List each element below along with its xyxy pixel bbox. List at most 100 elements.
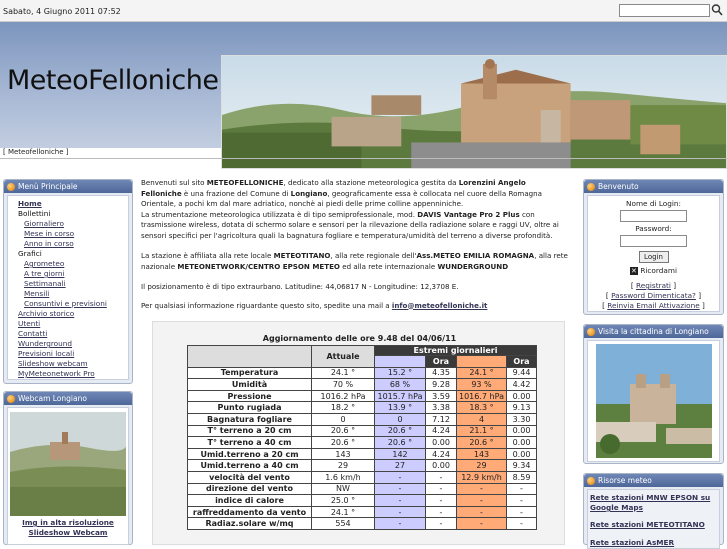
forgot-password-link[interactable]: Password Dimenticata? [611,291,696,300]
webcam-panel: Webcam Longiano Img in alta risoluzione … [3,391,133,545]
table-cell: Umidità [187,378,312,391]
menu-item[interactable]: Agrometeo [8,259,128,269]
username-label: Nome di Login: [626,199,681,208]
remember-checkbox[interactable]: ✕ [629,267,638,275]
menu-item[interactable]: Slideshow webcam [8,359,128,369]
table-row: raffreddamento da vento 24.1 ° - - - - [187,505,537,519]
webcam-image[interactable] [10,412,126,516]
table-row: velocità del vento 1.6 km/h - -12.9 km/h 8.5… [187,470,537,484]
table-cell: - [374,482,426,496]
table-cell: 15.2 ° [374,366,426,380]
menu-item[interactable]: Mese in corso [8,229,128,239]
breadcrumb: [ Meteofelloniche ] [3,148,69,156]
table-cell: indice di calore [187,494,312,507]
main-menu-header: Menù Principale [4,180,132,193]
table-cell: 4.42 [506,378,537,391]
table-cell: - [506,482,537,496]
table-cell: raffreddamento da vento [187,505,312,519]
table-cell: 12.9 km/h [456,470,507,484]
current-date: Sabato, 4 Giugno 2011 07:52 [3,7,121,16]
resources-body: Rete stazioni MNW EPSON su Google Maps R… [587,489,720,549]
menu-item[interactable]: MyMeteonetwork Pro [8,369,128,379]
table-cell: 1016.2 hPa [311,389,375,403]
menu-item[interactable]: Archivio storico [8,309,128,319]
table-cell: - [425,517,457,530]
menu-item[interactable]: Consuntivi e previsioni [8,299,128,309]
bullet-icon [587,328,595,336]
table-cell: T° terreno a 40 cm [187,436,312,449]
menu-item[interactable]: Home [8,199,128,209]
table-cell: Punto rugiada [187,401,312,414]
divider [0,158,727,159]
table-cell: 143 [456,447,507,461]
menu-item[interactable]: Contatti [8,329,128,339]
table-cell: 21.1 ° [456,424,507,438]
table-row: Bagnatura fogliare 0 0 7.12 4 3.30 [187,412,537,426]
menu-item[interactable]: Settimanali [8,279,128,289]
visit-header: Visita la cittadina di Longiano [584,325,723,338]
table-cell: 18.2 ° [311,401,375,414]
menu-item[interactable]: A tre giorni [8,269,128,279]
email-link[interactable]: info@meteofelloniche.it [392,301,488,310]
table-cell: 9.44 [506,366,537,380]
menu-item[interactable]: Previsioni locali [8,349,128,359]
header-banner: MeteoFelloniche [0,22,727,169]
webcam-slideshow-link[interactable]: Slideshow Webcam [28,528,107,537]
intro-paragraph: Benvenuti sul sito METEOFELLONICHE, dedi… [141,178,559,240]
resource-link-asmer[interactable]: Rete stazioni AsMER [590,538,717,548]
remember-label: Ricordami [640,266,677,275]
resource-link-meteotitano[interactable]: Rete stazioni METEOTITANO [590,520,717,530]
webcam-hires-link[interactable]: Img in alta risoluzione [22,518,114,527]
login-title: Benvenuto [598,182,639,191]
position-paragraph: Il posizionamento è di tipo extraurbano.… [141,282,459,291]
site-logo: MeteoFelloniche [7,65,219,96]
visit-panel: Visita la cittadina di Longiano [583,324,724,464]
network-paragraph: La stazione è affiliata alla rete locale… [141,251,568,271]
search-input[interactable] [619,4,710,17]
webcam-title: Webcam Longiano [18,394,87,403]
table-row: indice di calore 25.0 ° - - - - [187,494,537,507]
table-cell: 0.00 [506,447,537,461]
table-cell: 3.38 [425,401,457,414]
table-cell: 13.9 ° [374,401,426,414]
table-cell: 68 % [374,378,426,391]
table-cell: 143 [311,447,375,461]
menu-item[interactable]: Mensili [8,289,128,299]
table-cell: 142 [374,447,426,461]
menu-item: Grafici [18,249,42,258]
weather-panel: Aggiornamento delle ore 9.48 del 04/06/1… [152,321,565,545]
table-cell: 4 [456,412,507,426]
menu-item[interactable]: Wunderground [8,339,128,349]
table-cell: 0 [374,412,426,426]
login-button[interactable]: Login [638,251,669,263]
table-cell: - [374,505,426,519]
table-cell: Pressione [187,389,312,403]
table-cell: 27 [374,459,426,472]
resend-activation-link[interactable]: Reinvia Email Attivazione [607,301,699,310]
login-header: Benvenuto [584,180,723,193]
table-cell: 9.13 [506,401,537,414]
register-link[interactable]: Registrati [636,281,671,290]
table-cell: 4.35 [425,366,457,380]
menu-item[interactable]: Anno in corso [8,239,128,249]
menu-item[interactable]: Utenti [8,319,128,329]
table-cell: 8.59 [506,470,537,484]
table-cell: 7.12 [425,412,457,426]
webcam-header: Webcam Longiano [4,392,132,405]
password-field[interactable] [620,235,687,247]
table-row: Umidità 70 % 68 % 9.28 93 % 4.42 [187,378,537,391]
table-cell: 0.00 [506,389,537,403]
table-cell: 0.00 [425,436,457,449]
table-cell: 24.1 ° [456,366,507,380]
table-cell: 554 [311,517,375,530]
longiano-image[interactable] [595,344,712,458]
table-cell: Radiaz.solare w/mq [187,517,312,530]
menu-item[interactable]: Giornaliero [8,219,128,229]
resource-link-mnw[interactable]: Rete stazioni MNW EPSON su Google Maps [590,493,717,513]
username-field[interactable] [620,210,687,222]
table-cell: - [456,517,507,530]
table-cell: 70 % [311,378,375,391]
search-icon[interactable] [711,3,724,17]
table-cell: 4.24 [425,447,457,461]
table-row: Temperatura 24.1 ° 15.2 ° 4.35 24.1 ° 9.44 [187,366,537,380]
